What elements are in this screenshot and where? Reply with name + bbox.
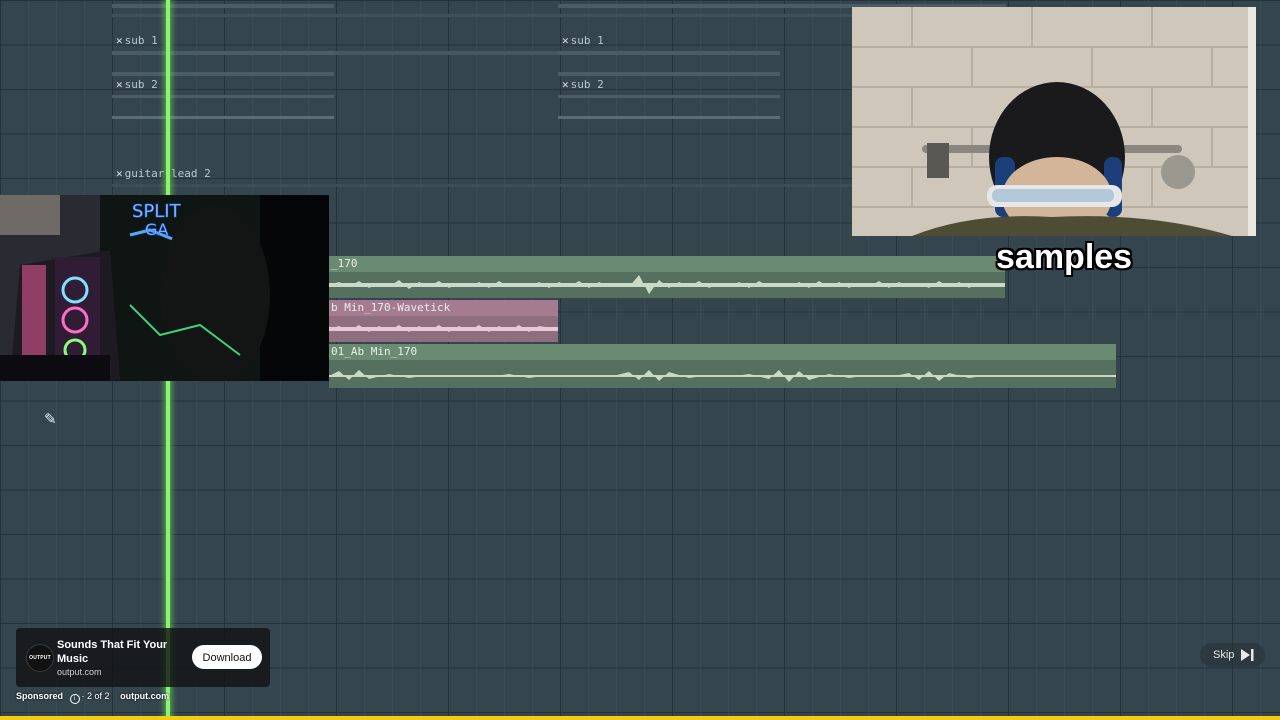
clip-strip <box>112 4 334 8</box>
ad-meta-domain[interactable]: output.com <box>120 691 169 701</box>
audio-clip-label: 01_Ab Min_170 <box>329 344 1116 360</box>
waveform <box>329 325 558 332</box>
ad-download-button[interactable]: Download <box>192 645 262 669</box>
video-progress-bar[interactable] <box>0 716 1280 720</box>
ad-position: 2 of 2 <box>87 691 110 701</box>
clip-strip <box>558 116 780 119</box>
audio-clip-label: b Min_170-Wavetick <box>329 300 558 316</box>
ad-separator: · <box>81 691 85 701</box>
ad-sponsored-label: Sponsored <box>16 691 64 701</box>
clip-strip <box>334 51 558 55</box>
pattern-clip-sub-1[interactable]: ✕ sub 1 <box>558 31 604 51</box>
webcam-overlay-person <box>852 7 1256 236</box>
ad-title[interactable]: Sounds That Fit Your Music <box>57 638 177 666</box>
audio-clip-170[interactable]: _170 <box>329 256 1005 298</box>
pattern-clip-sub-2[interactable]: ✕ sub 2 <box>558 75 604 95</box>
clip-strip <box>112 95 334 98</box>
svg-text:SPLIT: SPLIT <box>132 201 182 222</box>
webcam-overlay-room: SPLIT GA <box>0 195 329 381</box>
ad-logo[interactable]: OUTPUT <box>26 644 54 672</box>
pattern-clip-sub-1[interactable]: ✕ sub 1 <box>112 31 158 51</box>
webcam-person-image <box>852 7 1256 236</box>
skip-label: Skip <box>1213 649 1235 661</box>
ad-domain[interactable]: output.com <box>57 667 102 677</box>
clip-strip <box>112 51 334 55</box>
ad-card[interactable]: OUTPUT Sounds That Fit Your Music output… <box>16 628 270 687</box>
skip-next-icon <box>1241 649 1254 661</box>
waveform <box>329 370 1116 382</box>
audio-clip-label: _170 <box>329 256 1005 272</box>
svg-text:GA: GA <box>145 220 168 239</box>
pencil-cursor-icon: ✎ <box>44 410 57 428</box>
video-progress-fill <box>0 716 1280 720</box>
waveform <box>329 275 1005 294</box>
audio-clip-wavetick[interactable]: b Min_170-Wavetick <box>329 300 558 342</box>
webcam-room-image: SPLIT GA <box>0 195 329 381</box>
audio-clip-ab-min-170[interactable]: 01_Ab Min_170 <box>329 344 1116 388</box>
pattern-clip-guitar-lead-2[interactable]: ✕ guitar lead 2 <box>112 164 211 184</box>
ad-meta: Sponsored i · 2 of 2 output.com <box>16 691 169 705</box>
clip-strip <box>558 95 780 98</box>
info-icon[interactable]: i <box>69 694 80 704</box>
pattern-clip-sub-2[interactable]: ✕ sub 2 <box>112 75 158 95</box>
clip-strip <box>558 51 780 55</box>
video-caption: samples <box>996 238 1133 276</box>
clip-strip <box>112 116 334 119</box>
skip-ad-button[interactable]: Skip <box>1200 643 1265 667</box>
